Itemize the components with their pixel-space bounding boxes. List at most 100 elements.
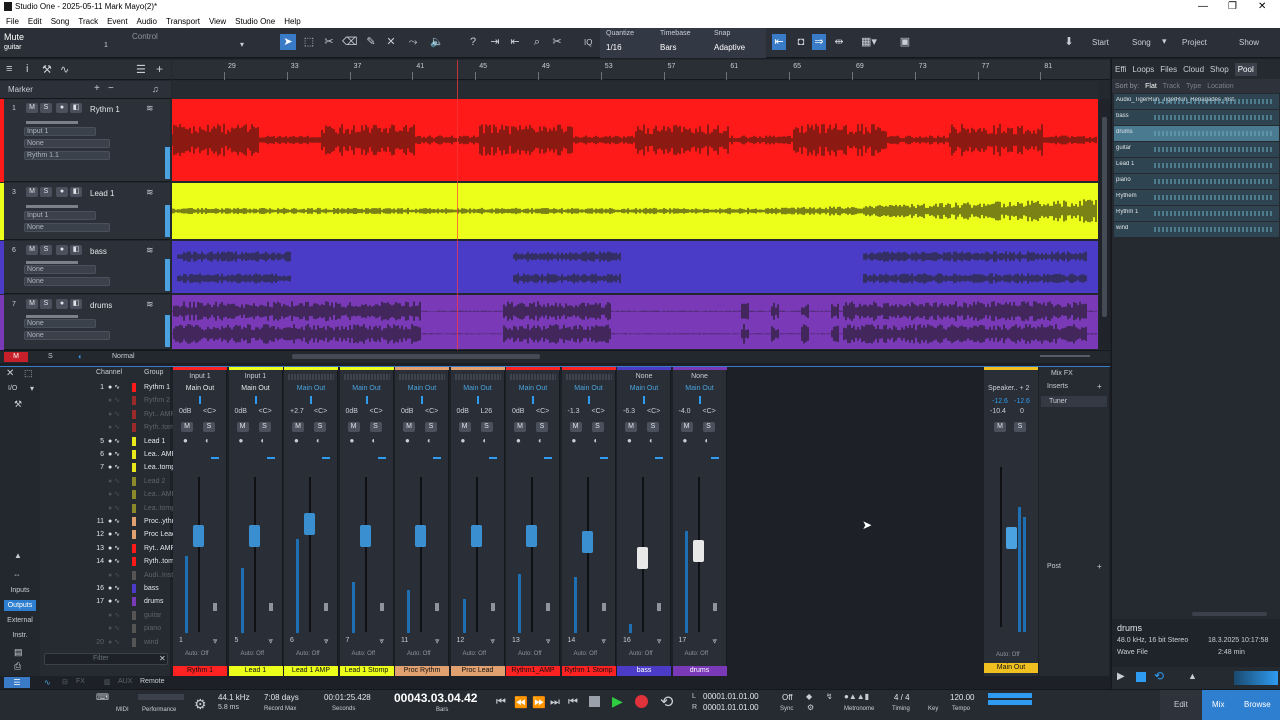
volume-value[interactable]: +2.7: [290, 408, 304, 415]
output-select[interactable]: Main Out: [617, 385, 671, 392]
keyboard-icon[interactable]: ⌨: [96, 692, 109, 703]
monitor-icon[interactable]: ◐: [483, 436, 488, 445]
menu-song[interactable]: Song: [51, 17, 70, 26]
volume-value[interactable]: 0dB: [401, 408, 413, 415]
browser-tab-loops[interactable]: Loops: [1132, 65, 1154, 74]
bus-icon[interactable]: ▤: [14, 647, 23, 658]
solo-button[interactable]: S: [314, 422, 326, 432]
sort-option-track[interactable]: Track: [1163, 83, 1180, 90]
visibility-icon[interactable]: ● ∿: [108, 595, 120, 608]
mute-button[interactable]: M: [514, 422, 526, 432]
zoom-slider[interactable]: [1040, 355, 1090, 357]
visibility-icon[interactable]: ● ∿: [108, 502, 120, 515]
waveform-icon[interactable]: ≋: [146, 245, 154, 256]
menu-edit[interactable]: Edit: [28, 17, 42, 26]
pan-value[interactable]: <C>: [259, 408, 272, 415]
mute-button[interactable]: M: [994, 422, 1006, 432]
volume-fader[interactable]: [526, 524, 537, 547]
solo-button[interactable]: S: [40, 103, 52, 113]
auto-mode[interactable]: Auto: Off: [407, 651, 431, 657]
monitor-button[interactable]: ◧: [70, 187, 82, 197]
tuner-insert[interactable]: Tuner: [1049, 398, 1067, 405]
volume-slider[interactable]: [26, 315, 78, 318]
input-select[interactable]: None: [24, 319, 96, 328]
tempo-value[interactable]: 120.00: [950, 693, 974, 702]
input-select[interactable]: None: [24, 265, 96, 274]
mute-button[interactable]: M: [236, 422, 249, 432]
input-select[interactable]: Input 1: [229, 373, 283, 380]
mode-select[interactable]: Normal: [112, 353, 135, 360]
restore-icon[interactable]: ❐: [1228, 1, 1237, 12]
volume-fader[interactable]: [692, 540, 704, 563]
automation-icon[interactable]: ⩔: [602, 636, 607, 646]
sort-option-type[interactable]: Type: [1186, 83, 1201, 90]
volume-fader[interactable]: [470, 524, 482, 547]
automation-icon[interactable]: ⩔: [269, 636, 274, 646]
project-button[interactable]: Project: [1182, 38, 1207, 47]
bend-tool-icon[interactable]: ⤳: [406, 34, 420, 50]
visibility-icon[interactable]: ● ∿: [108, 448, 120, 461]
solo-button[interactable]: S: [536, 422, 548, 432]
volume-value[interactable]: 0dB: [512, 408, 524, 415]
automation-icon[interactable]: ⩔: [491, 636, 496, 646]
volume-fader[interactable]: [359, 524, 371, 547]
solo-button[interactable]: S: [369, 422, 382, 432]
visibility-icon[interactable]: ● ∿: [108, 488, 120, 501]
pin-icon[interactable]: ⬚: [24, 368, 33, 379]
volume-fader[interactable]: [581, 531, 593, 554]
mute-button[interactable]: M: [181, 422, 193, 432]
volume-slider[interactable]: [26, 261, 78, 264]
add-insert-icon[interactable]: +: [1097, 382, 1102, 391]
monitor-button[interactable]: ◧: [70, 245, 82, 255]
pan-value[interactable]: <C>: [592, 408, 605, 415]
main-volume[interactable]: -10.4: [990, 408, 1006, 415]
grid-icon[interactable]: ◘: [794, 34, 808, 50]
mix-view-button[interactable]: Mix: [1212, 700, 1224, 709]
visibility-icon[interactable]: ● ∿: [108, 528, 120, 541]
clear-icon[interactable]: ✕: [159, 654, 166, 663]
solo-button[interactable]: S: [591, 422, 604, 432]
list-icon[interactable]: ☰: [136, 63, 146, 76]
visibility-icon[interactable]: ● ∿: [108, 609, 120, 622]
record-icon[interactable]: ●: [683, 436, 688, 445]
solo-button[interactable]: S: [40, 187, 52, 197]
record-icon[interactable]: ●: [239, 436, 244, 445]
print-icon[interactable]: ⎙: [14, 661, 21, 672]
mute-button[interactable]: M: [26, 245, 38, 255]
sort-option-location[interactable]: Location: [1207, 83, 1233, 90]
playhead[interactable]: [457, 60, 458, 350]
chevron-down-icon[interactable]: ▾: [30, 384, 34, 393]
pan-value[interactable]: L26: [481, 408, 493, 415]
visibility-icon[interactable]: ● ∿: [108, 542, 120, 555]
auto-mode[interactable]: Auto: Off: [574, 651, 598, 657]
expand-icon[interactable]: ⇔: [13, 570, 21, 579]
volume-value[interactable]: -1.3: [568, 408, 580, 415]
side-nav-inputs[interactable]: Inputs: [4, 585, 36, 596]
marker-lane[interactable]: [172, 81, 1098, 99]
track-lane-bass[interactable]: [172, 241, 1098, 293]
time-seconds[interactable]: 00:01:25.428: [324, 693, 371, 702]
add-post-icon[interactable]: +: [1097, 562, 1102, 571]
auto-mode[interactable]: Auto: Off: [518, 651, 542, 657]
nudge-left-icon[interactable]: ⇥: [488, 34, 502, 50]
remote-button[interactable]: Remote: [140, 678, 165, 685]
mute-button[interactable]: M: [26, 187, 38, 197]
menu-icon[interactable]: ≡: [6, 63, 12, 75]
menu-file[interactable]: File: [6, 17, 19, 26]
track-header[interactable]: 1 M S ● ◧ Rythm 1 ≋ Input 1 None Rythm 1.1: [0, 99, 170, 182]
show-button[interactable]: Show: [1239, 38, 1259, 47]
browser-scrollbar[interactable]: [1192, 612, 1267, 616]
monitor-icon[interactable]: ◐: [78, 352, 83, 361]
eraser-tool-icon[interactable]: ⌫: [342, 34, 358, 50]
record-arm-button[interactable]: ●: [56, 245, 68, 255]
auto-mode[interactable]: Auto: Off: [629, 651, 653, 657]
time-signature[interactable]: 4 / 4: [894, 693, 910, 702]
automation-icon[interactable]: ⩔: [213, 636, 218, 646]
visibility-icon[interactable]: ● ∿: [108, 461, 120, 474]
visibility-icon[interactable]: ● ∿: [108, 622, 120, 635]
listen-tool-icon[interactable]: 🔈: [430, 34, 444, 50]
volume-icon[interactable]: ▲: [1188, 671, 1197, 681]
browser-tab-cloud[interactable]: Cloud: [1183, 65, 1204, 74]
scissors-icon[interactable]: ✂: [550, 34, 564, 50]
auto-mode[interactable]: Auto: Off: [685, 651, 709, 657]
